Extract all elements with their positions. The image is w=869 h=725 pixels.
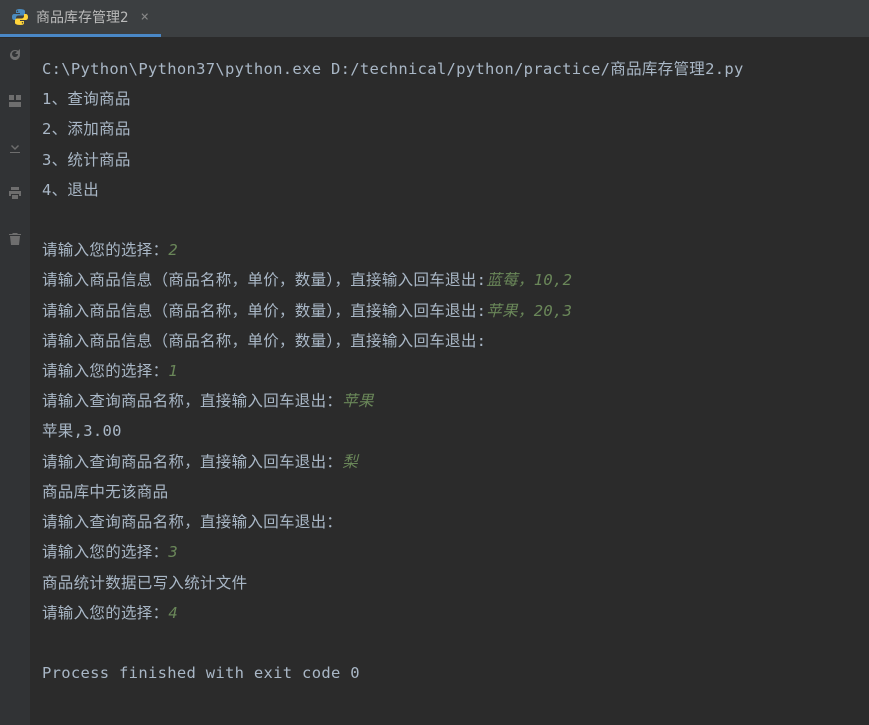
choice-prompt-line: 请输入您的选择：4 <box>42 598 857 628</box>
console-output[interactable]: C:\Python\Python37\python.exe D:/technic… <box>30 38 869 725</box>
choice-prompt-line: 请输入您的选择：3 <box>42 537 857 567</box>
user-input: 梨 <box>342 453 358 471</box>
user-input: 4 <box>168 604 178 622</box>
choice-prompt-line: 请输入您的选择：2 <box>42 235 857 265</box>
python-icon <box>12 9 28 25</box>
tab-active[interactable]: 商品库存管理2 × <box>0 0 161 37</box>
layout-icon[interactable] <box>8 94 22 112</box>
user-input: 苹果 <box>342 392 374 410</box>
ide-window: 商品库存管理2 × C:\Python\Python37\python.exe … <box>0 0 869 725</box>
user-input: 苹果，20,3 <box>486 302 572 320</box>
product-prompt-line: 请输入商品信息（商品名称，单价，数量），直接输入回车退出: <box>42 326 857 356</box>
query-prompt-line: 请输入查询商品名称，直接输入回车退出：梨 <box>42 447 857 477</box>
menu-item-3: 3、统计商品 <box>42 145 857 175</box>
blank-line <box>42 628 857 658</box>
query-prompt-line: 请输入查询商品名称，直接输入回车退出： <box>42 507 857 537</box>
content-area: C:\Python\Python37\python.exe D:/technic… <box>0 38 869 725</box>
trash-icon[interactable] <box>8 232 22 250</box>
product-prompt-line: 请输入商品信息（商品名称，单价，数量），直接输入回车退出:蓝莓，10,2 <box>42 265 857 295</box>
user-input: 2 <box>168 241 178 259</box>
tab-title: 商品库存管理2 <box>36 7 128 27</box>
menu-item-4: 4、退出 <box>42 175 857 205</box>
choice-prompt-line: 请输入您的选择：1 <box>42 356 857 386</box>
query-result: 商品库中无该商品 <box>42 477 857 507</box>
user-input: 蓝莓，10,2 <box>486 271 572 289</box>
close-icon[interactable]: × <box>140 9 148 25</box>
download-icon[interactable] <box>8 140 22 158</box>
query-result: 苹果,3.00 <box>42 416 857 446</box>
rerun-icon[interactable] <box>8 48 22 66</box>
stats-result: 商品统计数据已写入统计文件 <box>42 568 857 598</box>
user-input: 1 <box>168 362 178 380</box>
menu-item-1: 1、查询商品 <box>42 84 857 114</box>
command-line: C:\Python\Python37\python.exe D:/technic… <box>42 54 857 84</box>
product-prompt-line: 请输入商品信息（商品名称，单价，数量），直接输入回车退出:苹果，20,3 <box>42 296 857 326</box>
blank-line <box>42 205 857 235</box>
menu-item-2: 2、添加商品 <box>42 114 857 144</box>
query-prompt-line: 请输入查询商品名称，直接输入回车退出：苹果 <box>42 386 857 416</box>
tab-bar: 商品库存管理2 × <box>0 0 869 38</box>
print-icon[interactable] <box>8 186 22 204</box>
exit-message: Process finished with exit code 0 <box>42 658 857 688</box>
gutter <box>0 38 30 725</box>
user-input: 3 <box>168 543 178 561</box>
